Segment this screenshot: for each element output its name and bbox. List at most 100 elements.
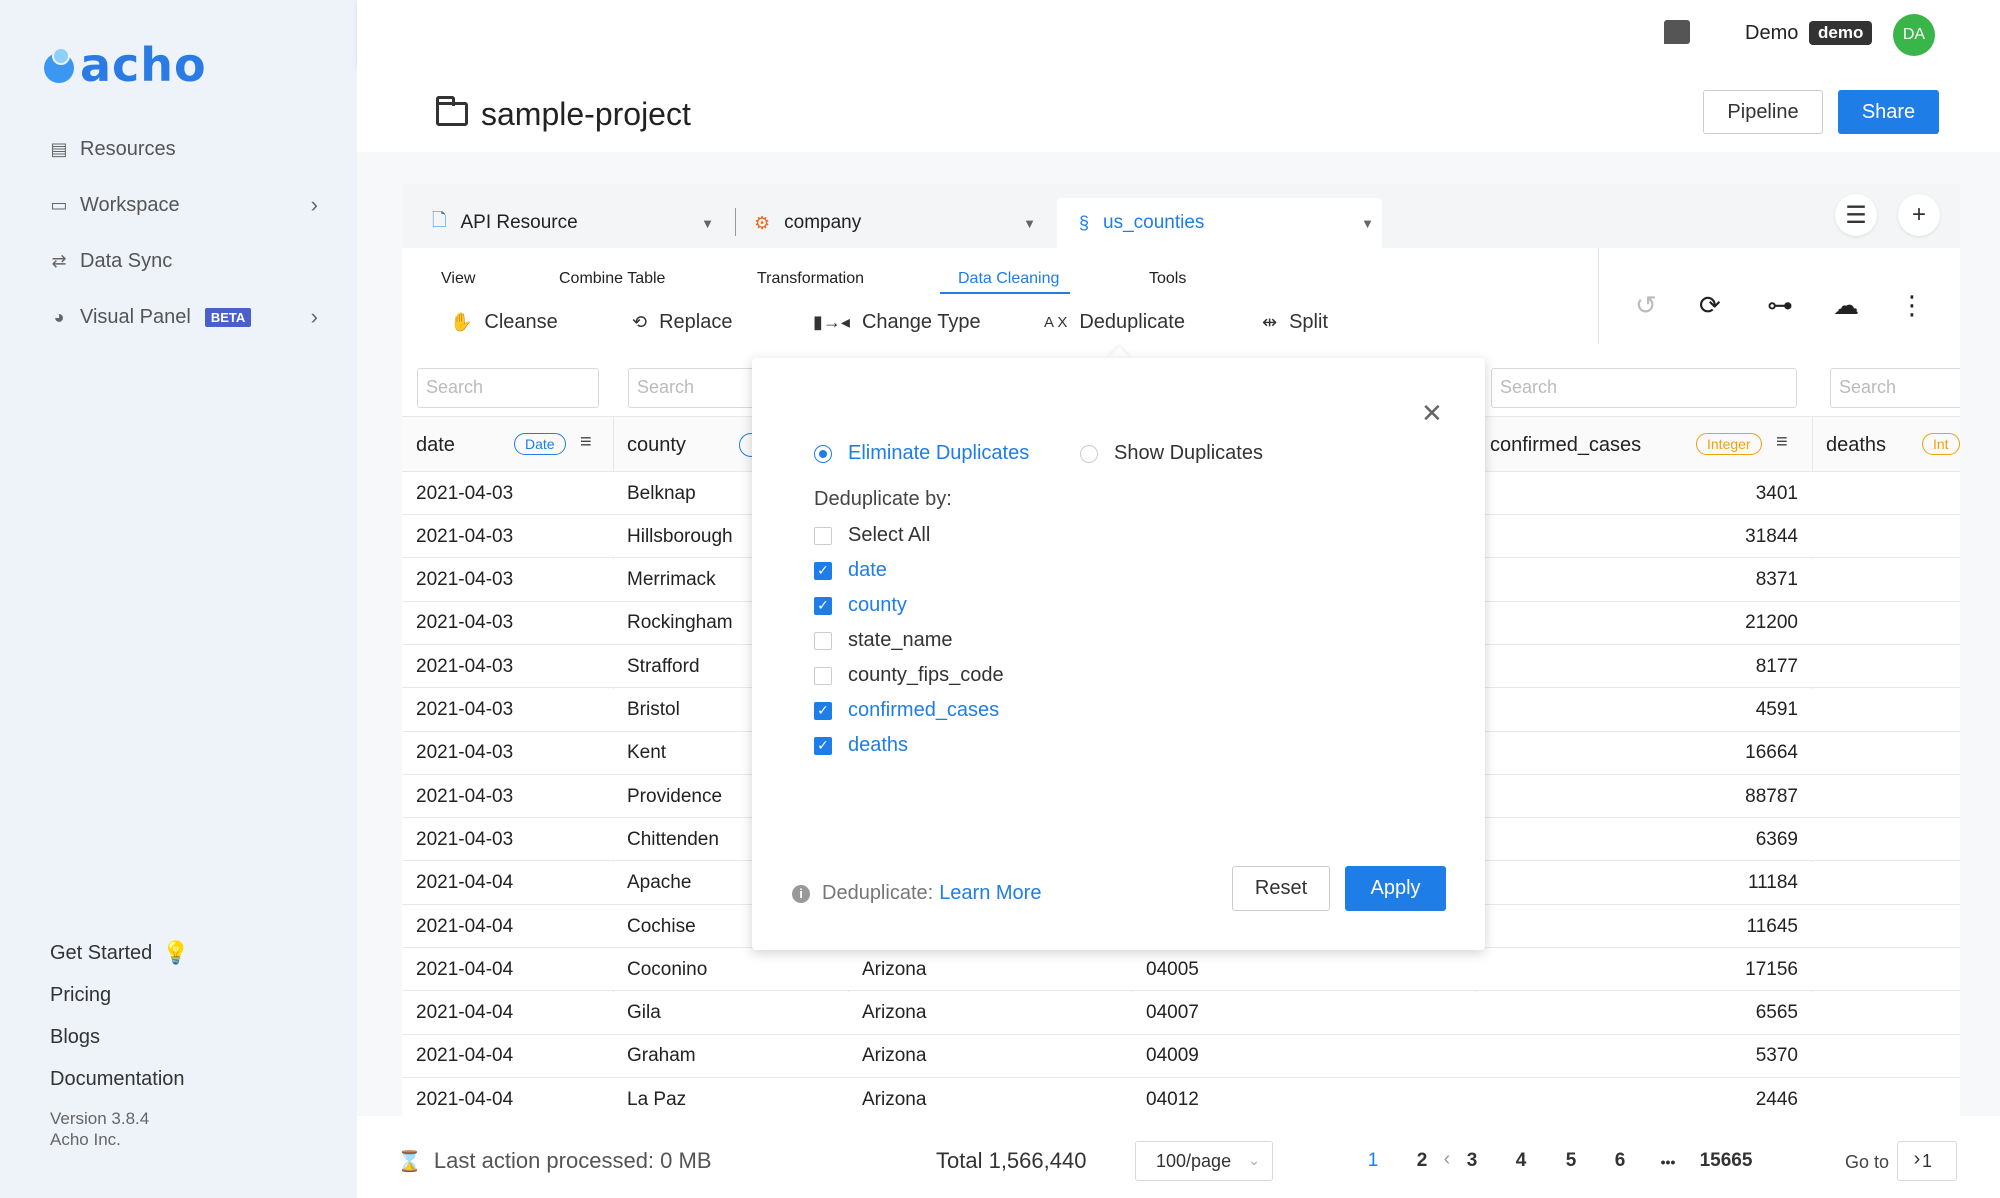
table-cell: Coconino bbox=[627, 958, 708, 980]
list-icon: ☰ bbox=[1845, 201, 1867, 229]
prev-page-icon[interactable]: ‹ bbox=[1312, 1148, 1582, 1171]
column-header-date[interactable]: date Date ≡ bbox=[402, 417, 613, 473]
menu-tools[interactable]: Tools bbox=[1149, 270, 1186, 288]
dedup-option-checkbox[interactable]: ✓ deaths bbox=[814, 734, 908, 757]
page-size-select[interactable]: 100/page ⌄ bbox=[1135, 1141, 1273, 1181]
next-page-icon[interactable]: › bbox=[1782, 1148, 2000, 1171]
column-header-confirmed-cases[interactable]: confirmed_cases Integer ≡ bbox=[1476, 417, 1812, 473]
undo-icon[interactable]: ↺ bbox=[1635, 290, 1657, 321]
checkbox-empty bbox=[814, 666, 832, 685]
link-pricing[interactable]: Pricing bbox=[50, 974, 190, 1016]
page-6[interactable]: 6 bbox=[1608, 1150, 1632, 1172]
link-get-started[interactable]: Get Started 💡 bbox=[50, 932, 190, 974]
sidebar-item-data-sync[interactable]: ⇄ Data Sync bbox=[48, 233, 318, 289]
deduplicate-by-label: Deduplicate by: bbox=[814, 488, 952, 510]
project-header: sample-project Pipeline Share bbox=[357, 66, 2000, 152]
page-last[interactable]: 15665 bbox=[1694, 1150, 1758, 1172]
table-cell: 5370 bbox=[1755, 1045, 1798, 1067]
tab-label: API Resource bbox=[460, 212, 578, 233]
menu-data-cleaning[interactable]: Data Cleaning bbox=[958, 270, 1059, 288]
page-1[interactable]: 1 bbox=[1361, 1150, 1385, 1172]
cleanse-button[interactable]: ✋ Cleanse bbox=[450, 311, 558, 334]
filter-icon[interactable]: ≡ bbox=[1776, 431, 1788, 454]
link-documentation[interactable]: Documentation bbox=[50, 1058, 190, 1100]
search-input[interactable]: Search bbox=[1491, 368, 1797, 408]
sidebar-item-visual-panel[interactable]: ◕ Visual Panel BETA › bbox=[48, 289, 318, 345]
table-cell: 16664 bbox=[1745, 742, 1798, 764]
eliminate-duplicates-radio[interactable]: Eliminate Duplicates bbox=[814, 442, 1029, 465]
cloud-upload-icon[interactable]: ☁ bbox=[1833, 290, 1859, 321]
resource-tab-bar: 🗋 API Resource ▼ ⚙ company ▼ § us_counti… bbox=[402, 184, 1960, 248]
beta-badge: BETA bbox=[204, 307, 252, 327]
hierarchy-icon[interactable]: ⊶ bbox=[1767, 290, 1793, 321]
dedup-info: i Deduplicate: Learn More bbox=[792, 882, 1041, 905]
table-row[interactable]: 2021-04-04 Graham Arizona 04009 5370 bbox=[402, 1034, 1960, 1078]
menu-combine-table[interactable]: Combine Table bbox=[559, 270, 665, 288]
table-row[interactable]: 2021-04-04 Gila Arizona 04007 6565 bbox=[402, 991, 1960, 1035]
refresh-icon[interactable]: ⟳ bbox=[1699, 290, 1721, 321]
tab-us-counties[interactable]: § us_counties ▼ bbox=[1057, 198, 1382, 248]
caret-down-icon: ▼ bbox=[701, 215, 714, 231]
acho-logo[interactable]: acho bbox=[42, 38, 207, 92]
tab-company[interactable]: ⚙ company ▼ bbox=[754, 198, 1044, 248]
learn-more-link[interactable]: Learn More bbox=[939, 882, 1041, 905]
page-2[interactable]: 2 bbox=[1410, 1150, 1434, 1172]
last-action-info: ⌛ Last action processed: 0 MB bbox=[397, 1148, 712, 1173]
add-tab-button[interactable]: + bbox=[1898, 194, 1940, 236]
menu-view[interactable]: View bbox=[441, 270, 475, 288]
sidebar-item-workspace[interactable]: ▭ Workspace › bbox=[48, 177, 318, 233]
logo-icon bbox=[42, 43, 78, 87]
sidebar-item-resources[interactable]: ▤ Resources bbox=[48, 121, 318, 177]
search-input[interactable]: Search bbox=[1830, 368, 1960, 408]
table-cell: 6565 bbox=[1755, 1002, 1798, 1024]
more-vertical-icon[interactable]: ⋮ bbox=[1899, 290, 1925, 321]
close-icon[interactable]: ✕ bbox=[1421, 398, 1443, 429]
table-cell: Arizona bbox=[862, 1088, 927, 1110]
tab-api-resource[interactable]: 🗋 API Resource ▼ bbox=[432, 198, 722, 248]
reset-button[interactable]: Reset bbox=[1232, 866, 1330, 911]
page-3[interactable]: 3 bbox=[1460, 1150, 1484, 1172]
dedup-option-checkbox[interactable]: state_name bbox=[814, 629, 953, 652]
page-ellipsis[interactable]: ••• bbox=[1653, 1154, 1683, 1170]
link-blogs[interactable]: Blogs bbox=[50, 1016, 190, 1058]
dedup-option-checkbox[interactable]: ✓ confirmed_cases bbox=[814, 699, 999, 722]
type-badge: Date bbox=[514, 433, 566, 455]
column-header-deaths[interactable]: deaths Int bbox=[1812, 417, 1960, 473]
dedup-option-checkbox[interactable]: ✓ county bbox=[814, 594, 907, 617]
sidebar-item-label: Data Sync bbox=[80, 249, 173, 272]
footer: ⌛ Last action processed: 0 MB Total 1,56… bbox=[357, 1116, 2000, 1198]
pipeline-button[interactable]: Pipeline bbox=[1703, 90, 1823, 134]
share-button[interactable]: Share bbox=[1838, 90, 1939, 134]
version-text: Version 3.8.4 bbox=[50, 1109, 150, 1128]
show-duplicates-radio[interactable]: Show Duplicates bbox=[1080, 442, 1263, 465]
lightbulb-icon: 💡 bbox=[162, 940, 190, 965]
dedup-option-checkbox[interactable]: ✓ date bbox=[814, 559, 887, 582]
table-cell: 88787 bbox=[1745, 785, 1798, 807]
page-5[interactable]: 5 bbox=[1559, 1150, 1583, 1172]
checkbox-empty bbox=[814, 526, 832, 545]
split-button[interactable]: ⇹ Split bbox=[1262, 311, 1328, 334]
table-cell: 11645 bbox=[1746, 915, 1798, 937]
feedback-flag-icon[interactable] bbox=[1664, 20, 1690, 44]
table-row[interactable]: 2021-04-04 Coconino Arizona 04005 17156 bbox=[402, 948, 1960, 992]
table-cell: 04005 bbox=[1146, 958, 1199, 980]
checkmark-icon: ✓ bbox=[814, 736, 832, 755]
table-row[interactable]: 2021-04-04 La Paz Arizona 04012 2446 bbox=[402, 1078, 1960, 1116]
dedup-option-checkbox[interactable]: Select All bbox=[814, 524, 930, 547]
table-cell: La Paz bbox=[627, 1088, 687, 1110]
tab-label: company bbox=[784, 212, 862, 233]
dedup-option-checkbox[interactable]: county_fips_code bbox=[814, 664, 1004, 687]
search-input[interactable]: Search bbox=[417, 368, 599, 408]
deduplicate-button[interactable]: A X Deduplicate bbox=[1044, 311, 1185, 334]
change-type-button[interactable]: ▮→◂ Change Type bbox=[813, 311, 981, 334]
hubspot-icon: ⚙ bbox=[754, 212, 771, 233]
goto-page-input[interactable]: 1 bbox=[1897, 1141, 1957, 1181]
page-4[interactable]: 4 bbox=[1509, 1150, 1533, 1172]
menu-transformation[interactable]: Transformation bbox=[757, 270, 864, 288]
user-name: Demo bbox=[1745, 22, 1799, 44]
avatar[interactable]: DA bbox=[1893, 14, 1935, 56]
replace-button[interactable]: ⟲ Replace bbox=[632, 311, 732, 334]
list-view-button[interactable]: ☰ bbox=[1835, 194, 1877, 236]
apply-button[interactable]: Apply bbox=[1345, 866, 1446, 911]
filter-icon[interactable]: ≡ bbox=[580, 431, 592, 454]
